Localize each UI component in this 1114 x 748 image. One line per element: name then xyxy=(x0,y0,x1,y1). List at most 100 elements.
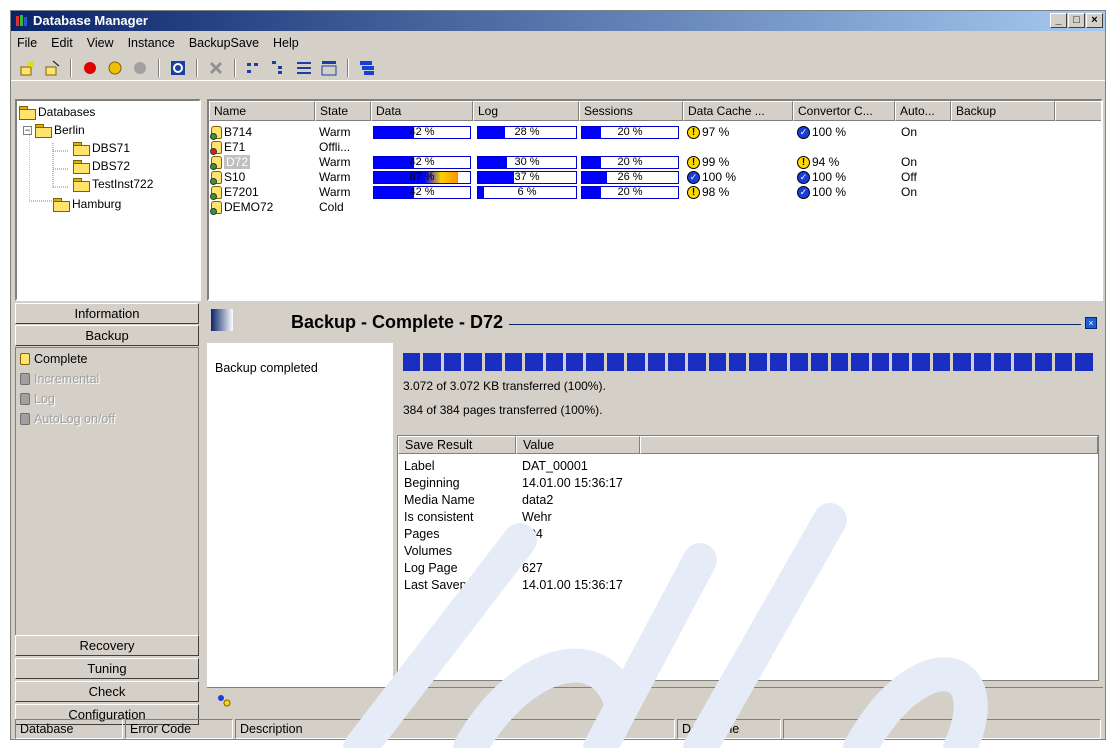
cascade-icon[interactable] xyxy=(357,58,377,78)
tree-item-testinst722[interactable]: TestInst722 xyxy=(73,175,153,193)
tree-item-label: TestInst722 xyxy=(92,177,154,191)
data-cache-cell: ! 97 % xyxy=(687,125,729,140)
column-header[interactable]: Sessions xyxy=(579,101,683,121)
db-name-label: S10 xyxy=(224,170,246,184)
nav-backup[interactable]: Backup xyxy=(15,325,199,346)
backup-status-text: Backup completed xyxy=(215,361,318,375)
bar-label: 37 % xyxy=(514,171,540,183)
list-view-icon[interactable] xyxy=(294,58,314,78)
table-row[interactable]: B714 Warm 42 % 28 % 20 %! 97 % ✓ 100 % On xyxy=(209,125,1101,141)
progress-segment xyxy=(810,353,828,371)
tree-view-icon[interactable] xyxy=(269,58,289,78)
status-bar: Database Error Code Description Date/Tim… xyxy=(15,719,1105,739)
progress-segment xyxy=(1014,353,1032,371)
cache-value: 100 % xyxy=(702,170,737,184)
progress-segment xyxy=(912,353,930,371)
menu-view[interactable]: View xyxy=(87,33,114,53)
backup-progress-bar xyxy=(403,353,1093,371)
nav-item-incremental[interactable]: Incremental xyxy=(20,370,99,388)
log-usage-bar: 37 % xyxy=(477,171,577,184)
minimize-button[interactable]: _ xyxy=(1050,13,1067,28)
close-button[interactable]: × xyxy=(1086,13,1103,28)
tree-item-dbs71[interactable]: DBS71 xyxy=(73,139,130,157)
table-row[interactable]: S10 Warm 87 % 37 % 26 % ✓ 100 % ✓ 100 % Off xyxy=(209,170,1101,186)
connect-icon[interactable] xyxy=(17,58,37,78)
database-icon xyxy=(210,186,222,201)
auto-cell: On xyxy=(901,125,918,139)
disconnect-icon[interactable] xyxy=(42,58,62,78)
table-row[interactable]: DEMO72 Cold xyxy=(209,200,1101,216)
column-header[interactable]: Name xyxy=(209,101,315,121)
bar-label: 30 % xyxy=(514,156,540,168)
tree-item-dbs72[interactable]: DBS72 xyxy=(73,157,130,175)
maximize-button[interactable]: □ xyxy=(1068,13,1085,28)
tree-lines xyxy=(29,131,69,202)
database-icon xyxy=(210,126,222,141)
convertor-cache-cell: ✓ 100 % xyxy=(797,125,846,140)
db-name-cell[interactable]: E71 xyxy=(210,140,245,156)
progress-segment xyxy=(586,353,604,371)
db-name-cell[interactable]: D72 xyxy=(210,155,251,171)
column-header-save-result[interactable]: Save Result xyxy=(398,436,516,454)
column-header[interactable]: Convertor C... xyxy=(793,101,895,121)
progress-segment xyxy=(688,353,706,371)
nav-item-autolog[interactable]: AutoLog on/off xyxy=(20,410,115,428)
table-row[interactable]: E7201 Warm 42 % 6 % 20 %! 98 % ✓ 100 % On xyxy=(209,185,1101,201)
small-icons-view-icon[interactable] xyxy=(244,58,264,78)
nav-recovery[interactable]: Recovery xyxy=(15,635,199,656)
autolog-icon xyxy=(20,413,30,425)
progress-segment xyxy=(892,353,910,371)
database-icon xyxy=(210,141,222,156)
nav-tuning[interactable]: Tuning xyxy=(15,658,199,679)
data-usage-bar: 87 % xyxy=(373,171,471,184)
db-name-cell[interactable]: DEMO72 xyxy=(210,200,273,216)
cold-yellow-icon[interactable] xyxy=(105,58,125,78)
toolbar xyxy=(11,55,1105,81)
nav-information[interactable]: Information xyxy=(15,303,199,324)
column-header[interactable]: Backup xyxy=(951,101,1055,121)
nav-item-log[interactable]: Log xyxy=(20,390,55,408)
column-header[interactable]: Data Cache ... xyxy=(683,101,793,121)
details-view-icon[interactable] xyxy=(319,58,339,78)
db-name-label: B714 xyxy=(224,125,253,139)
column-header[interactable]: Auto... xyxy=(895,101,951,121)
cancel-icon[interactable] xyxy=(206,58,226,78)
bar-label: 42 % xyxy=(409,186,435,198)
db-name-cell[interactable]: B714 xyxy=(210,125,253,141)
db-name-label: E7201 xyxy=(224,185,259,199)
refresh-icon[interactable] xyxy=(168,58,188,78)
result-key: Last Savepoint xyxy=(404,578,487,592)
menu-edit[interactable]: Edit xyxy=(51,33,73,53)
column-header-value[interactable]: Value xyxy=(516,436,640,454)
db-name-cell[interactable]: S10 xyxy=(210,170,246,186)
offline-red-icon[interactable] xyxy=(80,58,100,78)
column-header[interactable]: State xyxy=(315,101,371,121)
column-header-filler xyxy=(1055,101,1101,121)
panel-close-icon[interactable]: × xyxy=(1085,317,1097,329)
db-state-cell: Warm xyxy=(319,155,351,169)
column-header[interactable]: Data xyxy=(371,101,473,121)
progress-segment xyxy=(1075,353,1093,371)
menu-backupsave[interactable]: BackupSave xyxy=(189,33,259,53)
tree-root[interactable]: Databases xyxy=(19,103,95,121)
menu-instance[interactable]: Instance xyxy=(128,33,175,53)
progress-segment xyxy=(606,353,625,371)
kb-transferred-text: 3.072 of 3.072 KB transferred (100%). xyxy=(403,379,606,393)
cache-value: 98 % xyxy=(702,185,730,199)
nav-check[interactable]: Check xyxy=(15,681,199,702)
table-row[interactable]: E71 Offli... xyxy=(209,140,1101,156)
menu-file[interactable]: File xyxy=(17,33,37,53)
table-row[interactable]: D72 Warm 42 % 30 % 20 %! 99 %! 94 % On xyxy=(209,155,1101,171)
warm-gray-icon[interactable] xyxy=(130,58,150,78)
database-tree: Databases − Berlin DBS71 DBS72 TestInst7… xyxy=(15,99,201,301)
db-name-cell[interactable]: E7201 xyxy=(210,185,259,201)
column-header[interactable]: Log xyxy=(473,101,579,121)
progress-segment xyxy=(993,353,1012,371)
result-key: Volumes xyxy=(404,544,452,558)
ok-check-icon: ✓ xyxy=(797,186,810,200)
toolbar-separator xyxy=(158,58,160,77)
nav-item-complete[interactable]: Complete xyxy=(20,350,88,368)
help-people-icon[interactable] xyxy=(215,692,233,710)
auto-cell: On xyxy=(901,185,918,199)
menu-help[interactable]: Help xyxy=(273,33,299,53)
